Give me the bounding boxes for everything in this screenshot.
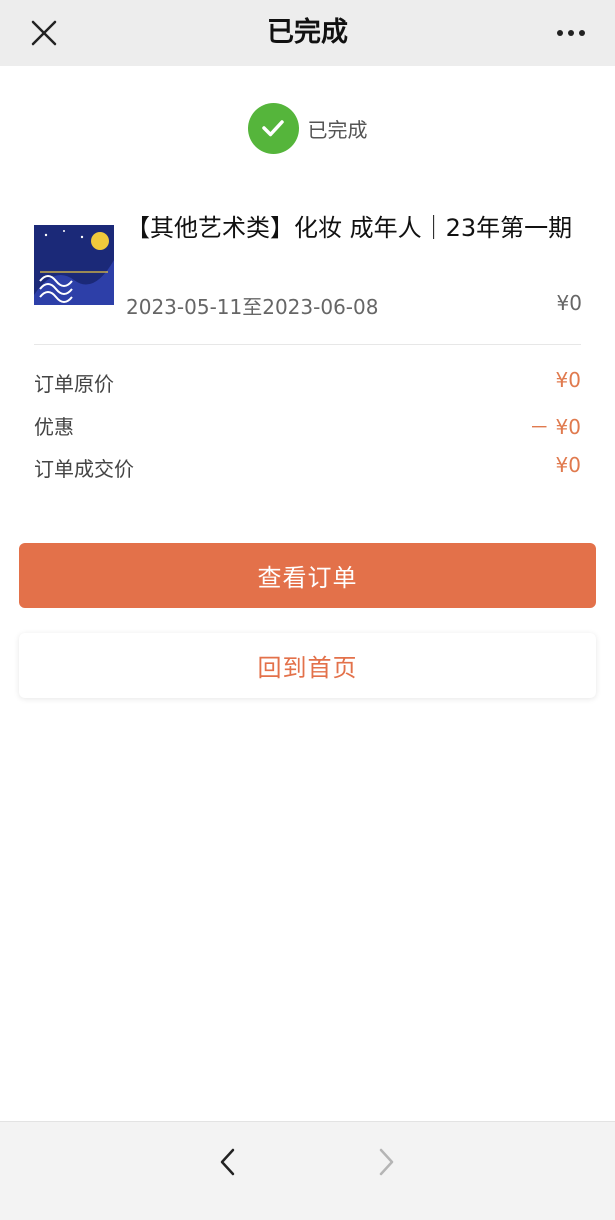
product-title: 【其他艺术类】化妆 成年人｜23年第一期 <box>126 214 573 242</box>
final-price-row: 订单成交价 ¥0 <box>34 453 581 483</box>
divider <box>34 344 581 345</box>
original-price-value: ¥0 <box>555 368 581 392</box>
original-price-row: 订单原价 ¥0 <box>34 368 581 398</box>
discount-label: 优惠 <box>34 415 74 439</box>
discount-row: 优惠 － ¥0 <box>34 411 581 441</box>
final-price-label: 订单成交价 <box>34 457 134 481</box>
original-price-label: 订单原价 <box>34 372 114 396</box>
chevron-right-icon <box>379 1148 394 1176</box>
chevron-left-icon <box>220 1148 235 1176</box>
back-home-button[interactable]: 回到首页 <box>19 633 596 698</box>
view-order-button[interactable]: 查看订单 <box>19 543 596 608</box>
discount-value: － ¥0 <box>529 415 581 439</box>
product-price: ¥0 <box>556 291 582 315</box>
product-date-range: 2023-05-11至2023-06-08 <box>126 295 379 319</box>
forward-button[interactable] <box>364 1140 408 1184</box>
more-button[interactable] <box>549 11 593 55</box>
page-title: 已完成 <box>267 17 348 48</box>
final-price-value: ¥0 <box>555 453 581 477</box>
more-icon-dot <box>568 30 574 36</box>
more-icon-dot <box>579 30 585 36</box>
bottom-toolbar <box>0 1121 615 1220</box>
back-button[interactable] <box>206 1140 250 1184</box>
order-status: 已完成 <box>0 101 615 155</box>
status-text: 已完成 <box>307 117 368 142</box>
more-icon <box>557 30 563 36</box>
top-nav-bar: 已完成 <box>0 0 615 66</box>
check-circle-icon <box>247 102 299 154</box>
product-thumbnail <box>34 225 114 305</box>
